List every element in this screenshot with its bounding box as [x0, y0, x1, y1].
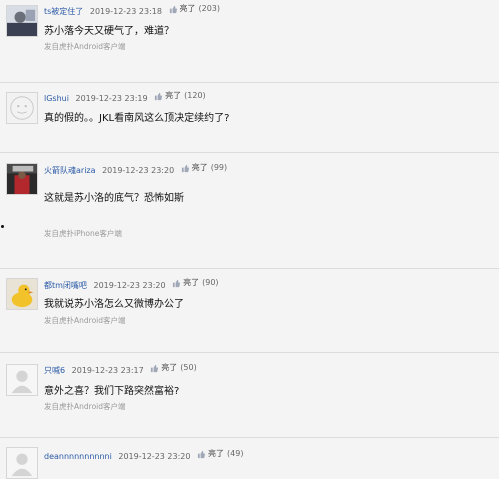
divider [0, 152, 499, 153]
source-label: 发自虎扑Android客户端 [44, 316, 126, 325]
thumbs-up-icon [181, 164, 189, 172]
timestamp: 2019-12-23 23:19 [75, 93, 148, 103]
user-photo-icon [7, 6, 37, 36]
thumbs-up-icon [197, 450, 206, 458]
light-label: 亮了 [208, 449, 225, 458]
comment-item: lGshui 2019-12-23 23:19 亮了 (120) 真的假的。。J… [0, 82, 499, 152]
avatar[interactable] [6, 92, 38, 124]
username-link[interactable]: 火箭队魂ariza [44, 166, 96, 175]
light-button[interactable]: 亮了 (120) [154, 91, 206, 101]
light-label: 亮了 [191, 163, 208, 172]
thumbs-up-icon [169, 5, 177, 13]
comment-meta: ts被定住了 2019-12-23 23:18 亮了 (203) [44, 4, 220, 17]
light-button[interactable]: 亮了 (49) [197, 449, 243, 459]
avatar[interactable] [6, 364, 38, 396]
divider [0, 352, 499, 353]
thumbs-up-icon [173, 279, 181, 287]
default-avatar-icon [7, 448, 37, 478]
source-label: 发自虎扑Android客户端 [44, 402, 126, 411]
source-label: 发自虎扑iPhone客户端 [44, 229, 122, 238]
username-link[interactable]: 只喊6 [44, 366, 65, 375]
light-button[interactable]: 亮了 (203) [169, 4, 221, 14]
comment-item: 只喊6 2019-12-23 23:17 亮了 (50) 意外之喜？我们下路突然… [0, 352, 499, 435]
timestamp: 2019-12-23 23:20 [93, 280, 166, 290]
username-link[interactable]: deannnnnnnnnni [44, 452, 112, 461]
divider [0, 437, 499, 438]
divider [0, 82, 499, 83]
thumbs-up-icon [155, 92, 163, 100]
timestamp: 2019-12-23 23:17 [71, 365, 144, 375]
comment-meta: lGshui 2019-12-23 23:19 亮了 (120) [44, 91, 206, 104]
comment-item: deannnnnnnnnni 2019-12-23 23:20 亮了 (49) [0, 437, 499, 479]
comment-item: 火箭队魂ariza 2019-12-23 23:20 亮了 (99) 这就是苏小… [0, 152, 499, 267]
timestamp: 2019-12-23 23:20 [102, 165, 175, 175]
username-link[interactable]: lGshui [44, 94, 69, 103]
light-button[interactable]: 亮了 (90) [172, 278, 219, 288]
avatar[interactable] [6, 163, 38, 195]
avatar[interactable] [6, 278, 38, 310]
source-label: 发自虎扑Android客户端 [44, 42, 126, 51]
duck-icon [7, 279, 37, 309]
light-count: (50) [180, 363, 197, 372]
comment-text: 真的假的。。JKL看南风这么顶决定续约了? [44, 113, 230, 124]
light-label: 亮了 [179, 4, 196, 13]
username-link[interactable]: 都tm闭嘴吧 [44, 281, 87, 290]
comment-text: 意外之喜？我们下路突然富裕? [44, 386, 180, 397]
comment-text: 这就是苏小洛的底气？恐怖如斯 [44, 193, 184, 204]
divider [0, 268, 499, 269]
light-count: (99) [210, 163, 228, 172]
light-label: 亮了 [183, 278, 200, 287]
username-link[interactable]: ts被定住了 [44, 7, 83, 16]
light-label: 亮了 [165, 91, 182, 100]
default-avatar-icon [7, 93, 37, 123]
comment-text: 我就说苏小洛怎么又微博办公了 [44, 299, 184, 310]
comment-meta: 都tm闭嘴吧 2019-12-23 23:20 亮了 (90) [44, 278, 219, 291]
default-avatar-icon [7, 365, 37, 395]
comment-item: ts被定住了 2019-12-23 23:18 亮了 (203) 苏小落今天又硬… [0, 0, 499, 80]
light-count: (203) [198, 4, 221, 13]
timestamp: 2019-12-23 23:20 [118, 451, 191, 461]
light-count: (90) [202, 278, 219, 287]
avatar[interactable] [6, 447, 38, 479]
comment-meta: 只喊6 2019-12-23 23:17 亮了 (50) [44, 363, 197, 376]
comment-text: 苏小落今天又硬气了，难道？ [44, 26, 174, 37]
light-button[interactable]: 亮了 (99) [181, 163, 227, 173]
comment-meta: deannnnnnnnnni 2019-12-23 23:20 亮了 (49) [44, 449, 243, 462]
light-count: (120) [184, 91, 206, 100]
light-count: (49) [227, 449, 244, 458]
comment-item: 都tm闭嘴吧 2019-12-23 23:20 亮了 (90) 我就说苏小洛怎么… [0, 268, 499, 352]
comment-meta: 火箭队魂ariza 2019-12-23 23:20 亮了 (99) [44, 163, 227, 176]
timestamp: 2019-12-23 23:18 [89, 6, 162, 16]
bullet-dot [1, 225, 4, 228]
light-button[interactable]: 亮了 (50) [150, 363, 197, 373]
user-photo-icon [7, 164, 37, 194]
avatar[interactable] [6, 5, 38, 37]
thumbs-up-icon [151, 364, 159, 372]
light-label: 亮了 [161, 363, 178, 372]
